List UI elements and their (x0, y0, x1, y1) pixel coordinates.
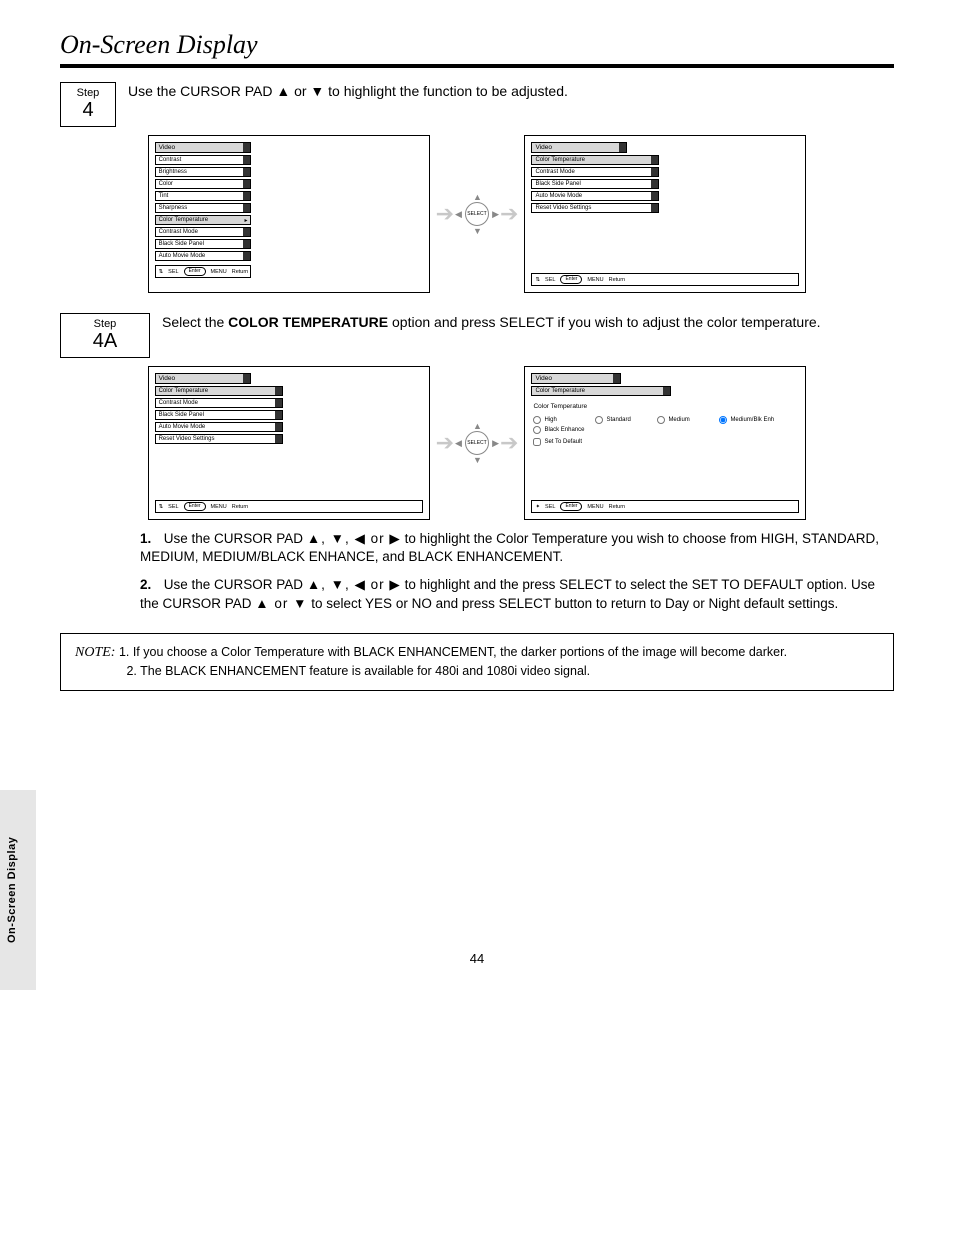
triangle-left-icon: ◀ (455, 209, 462, 220)
menu-item: Black Side Panel (531, 179, 659, 189)
menu-item: Auto Movie Mode (531, 191, 659, 201)
triangle-right-icon: ▶ (492, 438, 499, 449)
menu-item: Contrast Mode (155, 398, 283, 408)
arrow-right-icon: ➔ (436, 203, 454, 225)
triangle-up-icon: ▲ (473, 421, 482, 431)
chevron-right-icon: ▸ (245, 217, 248, 224)
step-number: 4 (71, 99, 105, 122)
menu-item: Black Side Panel (155, 410, 283, 420)
step-4-box: Step 4 (60, 82, 116, 127)
side-tab: On-Screen Display (0, 790, 36, 990)
step-4a-box: Step 4A (60, 313, 150, 358)
triangle-right-icon: ▶ (492, 209, 499, 220)
footer-bar: ✦ SEL Enter MENU Return (531, 500, 799, 513)
step-number: 4A (71, 330, 139, 353)
menu-item: Reset Video Settings (155, 434, 283, 444)
arrow-block: ➔ ▲ ▼ ◀ ▶ SELECT ➔ (436, 422, 519, 464)
arrow-right-icon: ➔ (500, 203, 518, 225)
menu-item: Sharpness (155, 203, 251, 213)
arrow-glyphs: ▲ or ▼ (255, 596, 307, 611)
tv-screen-right-2: Video Color Temperature Color Temperatur… (524, 366, 806, 520)
radio-icon (533, 426, 541, 434)
opt-med-blk: Medium/Blk Enh (719, 416, 775, 424)
page-title: On-Screen Display (60, 30, 894, 68)
opt-medium: Medium (657, 416, 713, 424)
menu-item: Color (155, 179, 251, 189)
menu-item: Contrast Mode (531, 167, 659, 177)
page-number: 44 (60, 951, 894, 966)
note-lead: NOTE: (75, 645, 115, 660)
opt-high: High (533, 416, 589, 424)
footer-bar: ⇅ SEL Enter MENU Return (155, 500, 423, 513)
enter-pill: Enter (184, 502, 206, 511)
tv-screen-left-2: Video Color Temperature Contrast Mode Bl… (148, 366, 430, 520)
step-4-text: Use the CURSOR PAD ▲ or ▼ to highlight t… (128, 80, 894, 101)
radio-icon (657, 416, 665, 424)
menu-item: Tint (155, 191, 251, 201)
note-line-2: 2. The BLACK ENHANCEMENT feature is avai… (126, 664, 590, 678)
dpad-icon: ▲ ▼ ◀ ▶ SELECT (456, 193, 498, 235)
set-to-default: Set To Default (533, 438, 797, 446)
opt-blk-enh: Black Enhance (533, 426, 589, 434)
triangle-left-icon: ◀ (455, 438, 462, 449)
panel-title: Color Temperature (533, 403, 797, 410)
updown-icon: ⇅ (535, 277, 540, 283)
triangle-down-icon: ▼ (473, 455, 482, 465)
enter-pill: Enter (560, 502, 582, 511)
dpad-icon: ▲ ▼ ◀ ▶ SELECT (456, 422, 498, 464)
instruction-1: 1. Use the CURSOR PAD ▲, ▼, ◀ or ▶ to hi… (140, 530, 894, 566)
menu-item: Black Side Panel (155, 239, 251, 249)
screens-row-1: Video Contrast Brightness Color Tint Sha… (60, 135, 894, 293)
menu-item: Contrast Mode (155, 227, 251, 237)
footer-bar: ⇅ SEL Enter MENU Return (155, 265, 251, 278)
note-box: NOTE: 1. If you choose a Color Temperatu… (60, 633, 894, 691)
triangle-down-icon: ▼ (473, 226, 482, 236)
radio-icon (533, 416, 541, 424)
enter-pill: Enter (184, 267, 206, 276)
arrow-glyphs: ▲, ▼, ◀ or ▶ (307, 531, 401, 546)
menu-item: Auto Movie Mode (155, 422, 283, 432)
instruction-2: 2. Use the CURSOR PAD ▲, ▼, ◀ or ▶ to hi… (140, 576, 894, 612)
menu-item-highlighted: Color Temperature (155, 386, 283, 396)
option-grid: High Standard Medium Medium/Blk Enh Blac… (533, 416, 797, 434)
menu-item-highlighted: Color Temperature▸ (155, 215, 251, 225)
arrow-block: ➔ ▲ ▼ ◀ ▶ SELECT ➔ (436, 193, 519, 235)
note-line-1: 1. If you choose a Color Temperature wit… (119, 645, 787, 659)
checkbox-icon (533, 438, 541, 446)
tv-screen-left-1: Video Contrast Brightness Color Tint Sha… (148, 135, 430, 293)
nav-icon: ✦ (535, 504, 540, 510)
arrow-glyphs: ▲, ▼, ◀ or ▶ (307, 577, 401, 592)
radio-icon (595, 416, 603, 424)
dpad-select: SELECT (465, 202, 489, 226)
triangle-up-icon: ▲ (473, 192, 482, 202)
arrow-right-icon: ➔ (500, 432, 518, 454)
radio-icon (719, 416, 727, 424)
step-label: Step (71, 318, 139, 330)
dpad-select: SELECT (465, 431, 489, 455)
menu-title: Video (155, 142, 251, 153)
menu-title: Video (531, 373, 621, 384)
step-label: Step (71, 87, 105, 99)
menu-item: Contrast (155, 155, 251, 165)
screens-row-2: Video Color Temperature Contrast Mode Bl… (60, 366, 894, 520)
menu-title: Video (155, 373, 251, 384)
menu-item-highlighted: Color Temperature (531, 155, 659, 165)
menu-sub-highlighted: Color Temperature (531, 386, 671, 396)
menu-item: Auto Movie Mode (155, 251, 251, 261)
enter-pill: Enter (560, 275, 582, 284)
updown-icon: ⇅ (159, 504, 164, 510)
color-temp-panel: Color Temperature High Standard Medium M… (533, 403, 797, 491)
step-4a-text: Select the COLOR TEMPERATURE option and … (162, 311, 894, 332)
menu-title: Video (531, 142, 627, 153)
arrow-right-icon: ➔ (436, 432, 454, 454)
menu-item: Brightness (155, 167, 251, 177)
menu-item: Reset Video Settings (531, 203, 659, 213)
tv-screen-right-1: Video Color Temperature Contrast Mode Bl… (524, 135, 806, 293)
footer-bar: ⇅ SEL Enter MENU Return (531, 273, 799, 286)
opt-standard: Standard (595, 416, 651, 424)
updown-icon: ⇅ (159, 269, 164, 275)
